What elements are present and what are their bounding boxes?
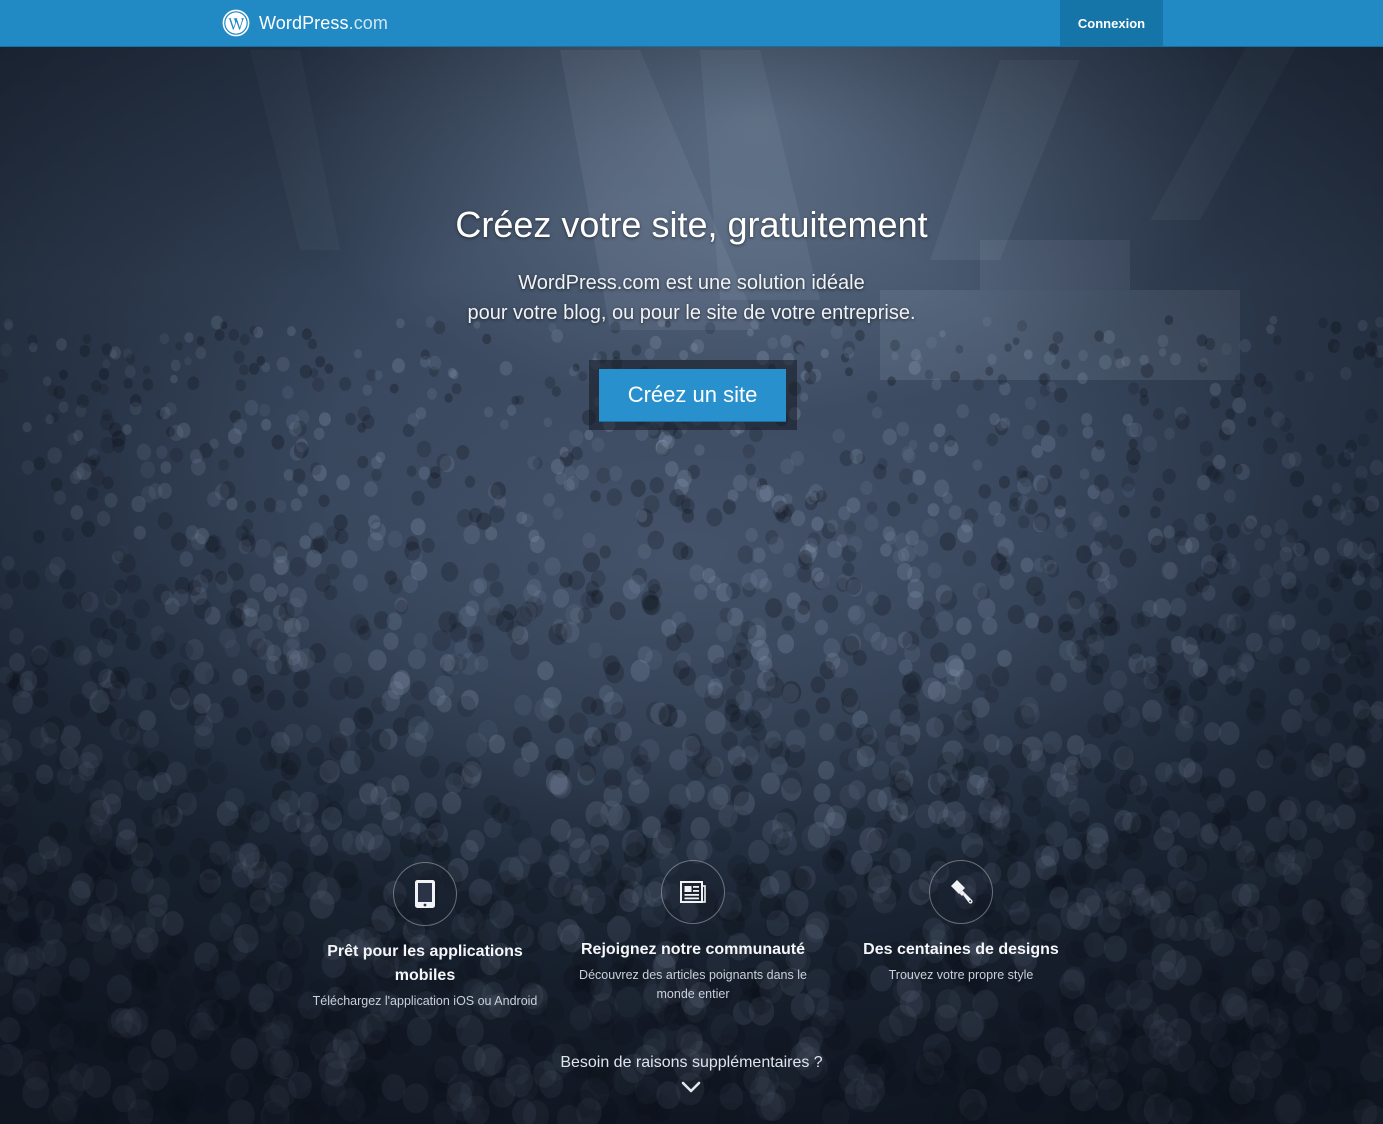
- brand-name-main: WordPress: [259, 12, 349, 33]
- feature-title: Prêt pour les applications mobiles: [327, 943, 523, 984]
- create-site-button[interactable]: Créez un site: [599, 369, 786, 421]
- top-navigation-bar: WordPress.com Connexion: [0, 0, 1383, 47]
- hero-subline-2: pour votre blog, ou pour le site de votr…: [467, 302, 916, 324]
- more-reasons-link[interactable]: Besoin de raisons supplémentaires ?: [0, 1054, 1383, 1072]
- hero-subline-1: WordPress.com est une solution idéale: [518, 272, 865, 294]
- page: WordPress.com Connexion Créez votre site…: [0, 0, 1383, 1124]
- hero-headline: Créez votre site, gratuitement: [455, 204, 928, 245]
- brand-name: WordPress.com: [259, 13, 388, 34]
- feature-description: Découvrez des articles poignants dans le…: [579, 968, 807, 1001]
- feature-description: Trouvez votre propre style: [888, 968, 1034, 982]
- feature-title: Rejoignez notre communauté: [580, 941, 806, 958]
- login-button[interactable]: Connexion: [1060, 0, 1163, 46]
- feature-designs: Des centaines de designs Trouvez votre p…: [841, 860, 1081, 985]
- feature-description: Téléchargez l'application iOS ou Android: [312, 994, 538, 1008]
- feature-title: Des centaines de designs: [863, 941, 1059, 958]
- brand-name-suffix: .com: [348, 12, 388, 33]
- newspaper-icon: [661, 860, 725, 924]
- chevron-down-icon[interactable]: [681, 1080, 701, 1094]
- feature-community: Rejoignez notre communauté Découvrez des…: [573, 860, 813, 1004]
- wordpress-logo-icon: [222, 9, 250, 37]
- paintbrush-icon: [929, 860, 993, 924]
- tablet-icon: [393, 862, 457, 926]
- wordpress-logo-link[interactable]: WordPress.com: [222, 9, 388, 37]
- feature-mobile-apps: Prêt pour les applications mobiles Téléc…: [305, 862, 545, 1011]
